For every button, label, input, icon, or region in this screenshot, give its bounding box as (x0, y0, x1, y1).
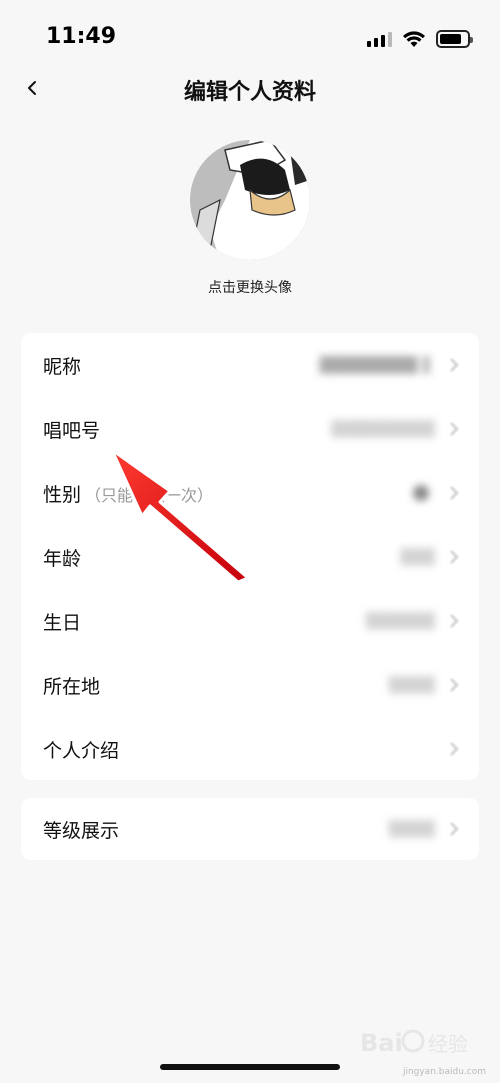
chevron-right-icon (450, 422, 459, 436)
row-label: 生日 (43, 611, 82, 634)
home-indicator[interactable] (160, 1064, 340, 1070)
svg-text:Bai: Bai (360, 1029, 403, 1057)
watermark-url: jingyan.baidu.com (402, 1067, 486, 1077)
change-avatar-hint[interactable]: 点击更换头像 (0, 277, 500, 297)
svg-text:经验: 经验 (428, 1032, 468, 1056)
row-label: 年龄 (43, 547, 82, 570)
page-title: 编辑个人资料 (183, 80, 316, 105)
battery-icon (436, 30, 473, 48)
chevron-right-icon (450, 550, 459, 564)
row-label: 等级展示 (43, 819, 120, 842)
row-value: ▒▒▒ (400, 548, 435, 566)
chevron-right-icon (450, 678, 459, 692)
profile-row-level-display[interactable]: 等级展示 ▒▒▒▒ (21, 798, 479, 860)
avatar-image (190, 140, 310, 260)
cellular-signal-icon (367, 31, 392, 47)
row-value: ▒▒▒▒▒▒ (365, 612, 435, 630)
navigation-bar: 编辑个人资料 (0, 62, 500, 116)
gender-note: （只能修改一次） (85, 485, 214, 505)
row-label: 所在地 (43, 675, 101, 698)
baidu-watermark-logo: Bai 经验 (360, 1029, 468, 1057)
row-label: 个人介绍 (43, 739, 120, 762)
row-value: ▒▒▒▒▒▒▒▒▒ (331, 420, 435, 438)
avatar[interactable] (190, 140, 310, 260)
row-value: ▒▒▒▒ (388, 676, 435, 694)
row-label: 唱吧号 (43, 419, 101, 442)
status-icons (367, 28, 473, 50)
status-time: 11:49 (46, 24, 117, 49)
profile-info-card: 昵称 ████████▌▌ 唱吧号 ▒▒▒▒▒▒▒▒▒ 性别 （只能修改一次） 年… (21, 333, 479, 780)
level-display-card: 等级展示 ▒▒▒▒ (21, 798, 479, 860)
gender-icon (413, 485, 429, 501)
row-label: 性别 （只能修改一次） (43, 483, 214, 506)
profile-row-birthday[interactable]: 生日 ▒▒▒▒▒▒ (21, 589, 479, 653)
profile-row-changba-id[interactable]: 唱吧号 ▒▒▒▒▒▒▒▒▒ (21, 397, 479, 461)
chevron-right-icon (450, 358, 459, 372)
profile-row-age[interactable]: 年龄 ▒▒▒ (21, 525, 479, 589)
profile-row-bio[interactable]: 个人介绍 (21, 717, 479, 781)
profile-row-gender[interactable]: 性别 （只能修改一次） (21, 461, 479, 525)
chevron-right-icon (450, 614, 459, 628)
chevron-right-icon (450, 486, 459, 500)
row-value: ████████▌▌ (319, 356, 435, 374)
row-label: 昵称 (43, 355, 82, 378)
profile-row-nickname[interactable]: 昵称 ████████▌▌ (21, 333, 479, 397)
profile-row-location[interactable]: 所在地 ▒▒▒▒ (21, 653, 479, 717)
chevron-right-icon (450, 742, 459, 756)
chevron-right-icon (450, 822, 459, 836)
row-value: ▒▒▒▒ (388, 820, 435, 838)
wifi-icon (403, 31, 425, 47)
